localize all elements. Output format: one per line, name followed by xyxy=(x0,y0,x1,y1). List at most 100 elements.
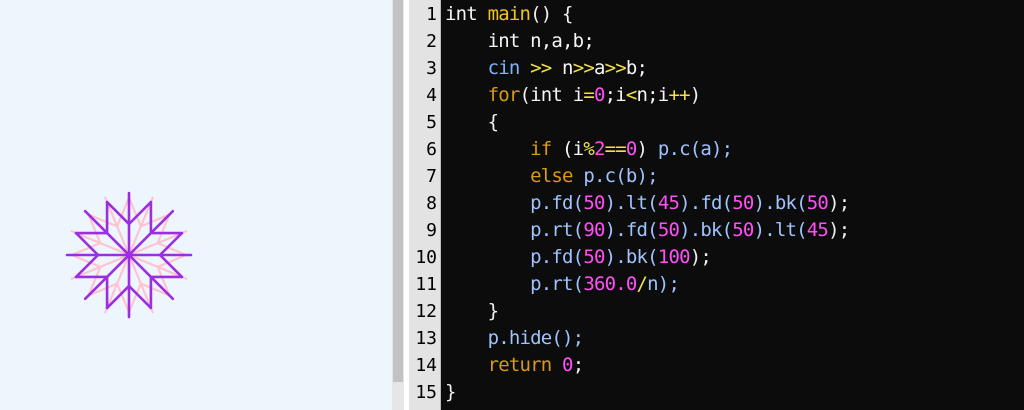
code-token: } xyxy=(487,300,499,322)
turtle-stroke xyxy=(83,209,109,235)
code-token: 50 xyxy=(806,192,829,214)
code-token: ) xyxy=(636,138,658,160)
code-line[interactable]: int main() { xyxy=(445,1,573,28)
code-token: ).bk( xyxy=(753,192,808,214)
code-token: (i xyxy=(562,138,584,160)
code-line[interactable]: { xyxy=(445,109,499,136)
code-token: else xyxy=(530,165,584,187)
line-number: 1 xyxy=(426,4,437,25)
code-line[interactable]: if (i%2==0) p.c(a); xyxy=(445,136,733,163)
turtle-stroke xyxy=(149,209,175,235)
code-token: } xyxy=(445,381,456,403)
canvas-scrollbar-thumb[interactable] xyxy=(393,0,403,382)
code-token: int xyxy=(530,84,573,106)
code-token: 50 xyxy=(583,192,605,214)
code-token: p.fd( xyxy=(530,246,584,268)
code-token: ( xyxy=(519,84,531,106)
line-number: 11 xyxy=(415,274,437,295)
code-token: ); xyxy=(689,246,712,268)
code-token: if xyxy=(530,138,563,160)
code-token: ).lt( xyxy=(604,192,659,214)
code-line[interactable]: p.rt(90).fd(50).bk(50).lt(45); xyxy=(445,217,850,244)
turtle-stroke xyxy=(83,275,109,301)
code-token: ; xyxy=(572,354,584,376)
code-token: p.hide(); xyxy=(487,327,585,349)
code-token: 50 xyxy=(657,219,680,241)
code-token: p.fd( xyxy=(530,192,584,214)
code-token: 360.0 xyxy=(583,273,637,295)
code-token: == xyxy=(604,138,627,160)
line-number: 6 xyxy=(426,139,437,160)
code-token: p.rt( xyxy=(530,273,584,295)
code-token: int xyxy=(487,30,531,52)
code-token: >> xyxy=(604,57,627,79)
code-token: ).fd( xyxy=(679,192,733,214)
code-token: ).fd( xyxy=(604,219,659,241)
turtle-stroke xyxy=(127,253,153,279)
turtle-canvas xyxy=(0,0,392,410)
code-token: 50 xyxy=(732,192,754,214)
code-line[interactable]: p.rt(360.0/n); xyxy=(445,271,680,298)
code-token: 45 xyxy=(657,192,680,214)
code-token: ).bk( xyxy=(604,246,659,268)
line-number: 8 xyxy=(426,193,437,214)
line-number: 12 xyxy=(415,301,437,322)
line-number: 2 xyxy=(426,31,437,52)
code-editor[interactable]: 1 2 3 4 5 6 7 8 9 10 11 12 13 14 15 int main() { int n… xyxy=(409,0,1024,410)
code-token: ); xyxy=(828,219,850,241)
code-line[interactable]: cin >> n>>a>>b; xyxy=(445,55,648,82)
code-token: 100 xyxy=(657,246,691,268)
line-number: 7 xyxy=(426,166,437,187)
code-token: ) xyxy=(689,84,701,106)
code-line[interactable]: int n,a,b; xyxy=(445,28,595,55)
code-token: 90 xyxy=(583,219,605,241)
code-token: p.c(b); xyxy=(583,165,658,187)
code-token: cin xyxy=(487,57,531,79)
code-token: n;i xyxy=(636,84,670,106)
code-token: n,a,b; xyxy=(530,30,595,52)
code-token: n); xyxy=(647,273,680,295)
code-token: = xyxy=(583,84,594,106)
turtle-stroke xyxy=(105,231,131,257)
line-number: 15 xyxy=(415,382,437,403)
code-line[interactable]: p.fd(50).lt(45).fd(50).bk(50); xyxy=(445,190,850,217)
code-line[interactable]: for(int i=0;i<n;i++) xyxy=(445,82,702,109)
line-number-gutter: 1 2 3 4 5 6 7 8 9 10 11 12 13 14 15 xyxy=(409,0,441,410)
code-token: ;i xyxy=(604,84,627,106)
code-token: () { xyxy=(530,3,573,25)
line-number: 4 xyxy=(426,85,437,106)
code-token: ); xyxy=(828,192,850,214)
code-token: p.c(a); xyxy=(657,138,733,160)
code-line[interactable]: else p.c(b); xyxy=(445,163,658,190)
code-token: 45 xyxy=(806,219,829,241)
code-line[interactable]: } xyxy=(445,379,456,406)
code-token: 0 xyxy=(593,84,605,106)
code-area[interactable]: int main() { int n,a,b; cin >> n>>a>>b; … xyxy=(445,0,1024,410)
code-line[interactable]: p.hide(); xyxy=(445,325,585,352)
turtle-drawing xyxy=(65,191,193,319)
line-number: 9 xyxy=(426,220,437,241)
code-token: < xyxy=(625,84,637,106)
code-token: >> xyxy=(530,57,563,79)
code-token: 50 xyxy=(583,246,605,268)
line-number: 10 xyxy=(415,247,437,268)
turtle-stroke xyxy=(127,231,153,257)
code-token: ).lt( xyxy=(753,219,808,241)
code-line[interactable]: } xyxy=(445,298,499,325)
turtle-ide-window: 1 2 3 4 5 6 7 8 9 10 11 12 13 14 15 int main() { int n… xyxy=(0,0,1024,410)
code-line[interactable]: p.fd(50).bk(100); xyxy=(445,244,712,271)
code-line[interactable]: return 0; xyxy=(445,352,585,379)
code-token: 2 xyxy=(593,138,605,160)
code-token: for xyxy=(487,84,521,106)
line-number: 14 xyxy=(415,355,437,376)
